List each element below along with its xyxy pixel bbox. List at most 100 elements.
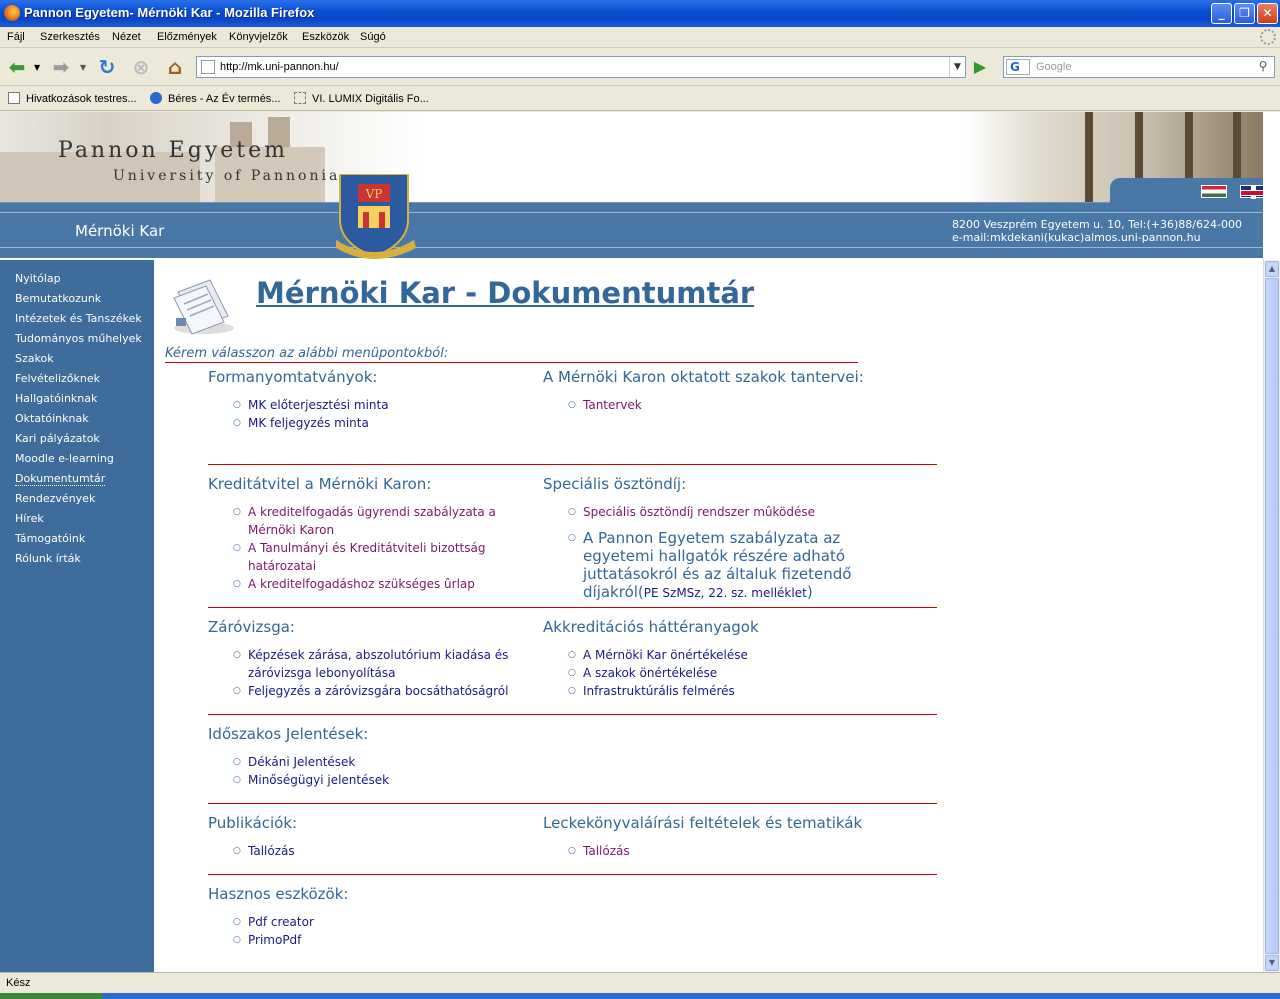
sidebar-nav: Nyitólap Bemutatkozunk Intézetek és Tans… — [0, 260, 154, 972]
sidebar-item-tenders[interactable]: Kari pályázatok — [15, 432, 100, 445]
document-link-label: Speciális ösztöndíj rendszer mûködése — [583, 505, 816, 519]
bullet-icon: ○ — [233, 543, 241, 553]
section-title-scholarship: Speciális ösztöndíj: — [543, 475, 687, 493]
document-link-label: PrimoPdf — [248, 933, 302, 947]
stop-button[interactable]: ⊗ — [128, 54, 154, 80]
english-flag-icon[interactable] — [1240, 185, 1263, 199]
bullet-icon: ○ — [568, 846, 576, 856]
document-link[interactable]: ○ MK előterjesztési minta — [233, 396, 389, 414]
scroll-down-icon[interactable]: ▼ — [1265, 955, 1279, 971]
scroll-up-icon[interactable]: ▲ — [1265, 261, 1279, 277]
document-link-label: Tallózás — [583, 844, 630, 858]
minimize-button[interactable]: _ — [1211, 3, 1232, 24]
menu-help[interactable]: Súgó — [360, 31, 386, 43]
reload-button[interactable]: ↻ — [94, 54, 120, 80]
bookmark-item[interactable]: Hivatkozások testres... — [8, 92, 137, 105]
sidebar-item-documents[interactable]: Dokumentumtár — [15, 472, 106, 486]
sidebar-item-press[interactable]: Rólunk írták — [15, 552, 81, 565]
document-link[interactable]: ○ A Tanulmányi és Kreditátviteli bizottsá… — [233, 539, 538, 575]
status-bar: Kész — [0, 972, 1280, 999]
vertical-scrollbar[interactable]: ▲ ▼ — [1263, 260, 1280, 972]
sidebar-item-about[interactable]: Bemutatkozunk — [15, 292, 101, 305]
go-button[interactable]: ▶ — [970, 57, 990, 77]
sidebar-item-workshops[interactable]: Tudományos műhelyek — [15, 332, 142, 345]
sidebar-item-students[interactable]: Hallgatóinknak — [15, 392, 97, 405]
document-link[interactable]: ○ Dékáni Jelentések — [233, 753, 355, 771]
section-title-final-exam: Záróvizsga: — [208, 618, 295, 636]
document-link[interactable]: ○ PrimoPdf — [233, 931, 302, 949]
bullet-icon: ○ — [233, 775, 241, 785]
bookmark-item[interactable]: VI. LUMIX Digitális Fo... — [294, 92, 429, 105]
menu-edit[interactable]: Szerkesztés — [40, 31, 100, 43]
menu-tools[interactable]: Eszközök — [302, 31, 349, 43]
document-link[interactable]: ○ Infrastruktúrális felmérés — [568, 682, 735, 700]
document-link[interactable]: ○ Tallózás — [568, 842, 630, 860]
section-title-transcript: Leckekönyvaláírási feltételek és tematik… — [543, 814, 863, 832]
bullet-icon: ○ — [233, 846, 241, 856]
sidebar-item-applicants[interactable]: Felvételizőknek — [15, 372, 100, 385]
document-link[interactable]: ○ Tallózás — [233, 842, 295, 860]
document-link-label: A kreditelfogadáshoz szükséges ûrlap — [248, 577, 475, 591]
url-text[interactable]: http://mk.uni-pannon.hu/ — [220, 61, 339, 73]
document-link-label: Képzések zárása, abszolutórium kiadása é… — [248, 648, 509, 680]
sidebar-item-sponsors[interactable]: Támogatóink — [15, 532, 85, 545]
document-link-label: A szakok önértékelése — [583, 666, 718, 680]
search-bar[interactable]: G Google ⚲ — [1003, 56, 1275, 78]
sidebar-item-home[interactable]: Nyitólap — [15, 272, 61, 285]
bullet-icon: ○ — [233, 650, 241, 660]
address-bar[interactable]: http://mk.uni-pannon.hu/ ▼ — [196, 56, 966, 78]
document-link[interactable]: ○ A szakok önértékelése — [568, 664, 718, 682]
section-divider — [208, 803, 937, 804]
bullet-icon: ○ — [233, 507, 241, 517]
document-link[interactable]: ○ A kreditelfogadás ügyrendi szabályzata … — [233, 503, 538, 539]
document-link[interactable]: ○ Feljegyzés a záróvizsgára bocsáthatóság… — [233, 682, 508, 700]
document-link-label: A Mérnöki Kar önértékelése — [583, 648, 748, 662]
globe-icon — [150, 92, 162, 104]
document-link[interactable]: ○ Minőségügyi jelentések — [233, 771, 389, 789]
document-link-label: Tallózás — [248, 844, 295, 858]
home-button[interactable]: ⌂ — [162, 54, 188, 80]
search-icon[interactable]: ⚲ — [1254, 59, 1272, 75]
sidebar-item-institutes[interactable]: Intézetek és Tanszékek — [15, 312, 142, 325]
document-link[interactable]: ○ A kreditelfogadáshoz szükséges ûrlap — [233, 575, 475, 593]
document-link-label: A Tanulmányi és Kreditátviteli bizottság… — [248, 541, 486, 573]
document-link[interactable]: ○ A Mérnöki Kar önértékelése — [568, 646, 748, 664]
back-dropdown-icon[interactable]: ▼ — [34, 63, 40, 72]
document-link[interactable]: ○ MK feljegyzés minta — [233, 414, 369, 432]
url-dropdown-icon[interactable]: ▼ — [949, 57, 965, 77]
document-link[interactable]: ○ Képzések zárása, abszolutórium kiadása … — [233, 646, 548, 682]
back-button[interactable]: ⬅ — [4, 54, 30, 80]
menu-file[interactable]: Fájl — [7, 31, 25, 43]
throbber-icon — [1260, 29, 1276, 45]
menu-view[interactable]: Nézet — [112, 31, 141, 43]
sidebar-item-moodle[interactable]: Moodle e-learning — [15, 452, 114, 465]
menu-history[interactable]: Előzmények — [157, 31, 217, 43]
bullet-icon: ○ — [233, 579, 241, 589]
menu-bookmarks[interactable]: Könyvjelzők — [229, 31, 288, 43]
document-link[interactable]: ○ Speciális ösztöndíj rendszer mûködése — [568, 503, 816, 521]
forward-dropdown-icon[interactable]: ▼ — [80, 63, 86, 72]
sidebar-item-majors[interactable]: Szakok — [15, 352, 54, 365]
close-button[interactable]: ✕ — [1257, 3, 1278, 24]
document-link[interactable]: ○ Pdf creator — [233, 913, 314, 931]
search-placeholder[interactable]: Google — [1036, 61, 1071, 73]
scroll-thumb[interactable] — [1265, 278, 1279, 954]
university-crest-icon: VP — [336, 174, 416, 259]
document-link[interactable]: ○ Tantervek — [568, 396, 642, 414]
sidebar-item-events[interactable]: Rendezvények — [15, 492, 95, 505]
sidebar-item-teachers[interactable]: Oktatóinknak — [15, 412, 89, 425]
page-title[interactable]: Mérnöki Kar - Dokumentumtár — [256, 276, 754, 310]
section-title-reports: Időszakos Jelentések: — [208, 725, 369, 743]
sidebar-item-news[interactable]: Hírek — [15, 512, 44, 525]
document-link-label: MK feljegyzés minta — [248, 416, 369, 430]
bookmark-item[interactable]: Béres - Az Év termés... — [150, 92, 280, 105]
regulation-link[interactable]: ○ A Pannon Egyetem szabályzata az egyetem… — [568, 529, 893, 602]
hungarian-flag-icon[interactable] — [1201, 185, 1227, 198]
forward-button[interactable]: ➡ — [48, 54, 74, 80]
section-divider — [208, 874, 937, 875]
maximize-button[interactable]: ❐ — [1234, 3, 1255, 24]
bullet-icon: ○ — [568, 507, 576, 517]
bullet-icon: ○ — [233, 757, 241, 767]
google-engine-icon[interactable]: G — [1006, 59, 1030, 75]
bookmark-label: VI. LUMIX Digitális Fo... — [312, 93, 429, 105]
